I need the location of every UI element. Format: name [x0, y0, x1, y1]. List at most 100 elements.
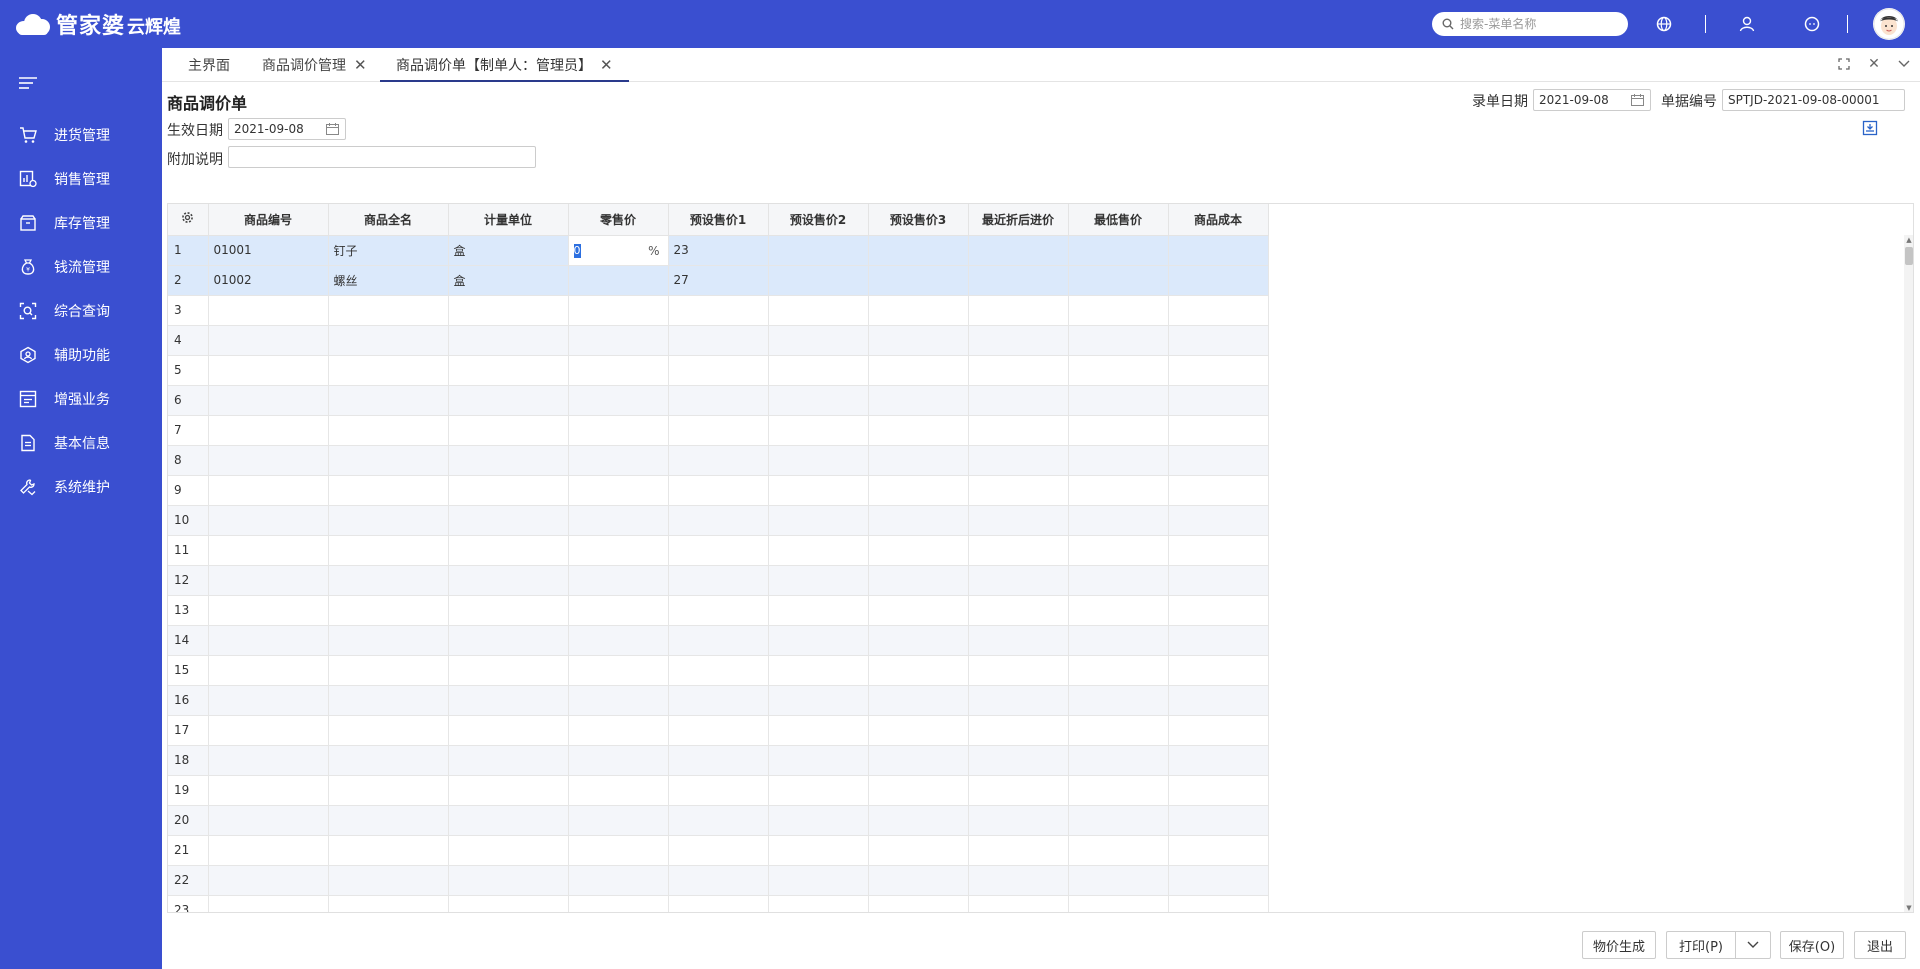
- grid-cell[interactable]: [968, 445, 1069, 476]
- grid-cell[interactable]: [968, 535, 1069, 566]
- table-row[interactable]: 7: [168, 415, 1269, 446]
- grid-cell[interactable]: [208, 535, 329, 566]
- grid-cell[interactable]: [208, 805, 329, 836]
- grid-cell[interactable]: [1068, 595, 1169, 626]
- tab-price-adjust-manage[interactable]: 商品调价管理 ✕: [262, 48, 367, 82]
- grid-cell[interactable]: [868, 445, 969, 476]
- grid-cell[interactable]: [448, 325, 569, 356]
- grid-cell[interactable]: [208, 745, 329, 776]
- save-layout-icon[interactable]: [1862, 120, 1878, 136]
- table-row[interactable]: 8: [168, 445, 1269, 476]
- grid-cell[interactable]: [1068, 535, 1169, 566]
- grid-cell[interactable]: [1168, 535, 1269, 566]
- grid-cell[interactable]: [1068, 895, 1169, 912]
- grid-cell[interactable]: [328, 835, 449, 866]
- grid-cell[interactable]: [868, 865, 969, 896]
- close-icon[interactable]: ✕: [600, 56, 613, 74]
- grid-cell[interactable]: [768, 775, 869, 806]
- grid-cell[interactable]: [1068, 805, 1169, 836]
- grid-cell[interactable]: [768, 655, 869, 686]
- grid-cell[interactable]: [868, 835, 969, 866]
- grid-cell[interactable]: [1168, 715, 1269, 746]
- grid-cell[interactable]: [328, 745, 449, 776]
- grid-cell[interactable]: [868, 265, 969, 296]
- grid-cell[interactable]: 01001: [208, 235, 329, 266]
- col-header[interactable]: 预设售价1: [668, 204, 769, 236]
- grid-cell[interactable]: [868, 595, 969, 626]
- grid-cell[interactable]: 盒: [448, 235, 569, 266]
- grid-cell[interactable]: [868, 385, 969, 416]
- grid-cell[interactable]: [668, 535, 769, 566]
- grid-cell[interactable]: [1068, 325, 1169, 356]
- grid-cell[interactable]: [968, 625, 1069, 656]
- grid-cell[interactable]: [668, 715, 769, 746]
- grid-cell[interactable]: [768, 595, 869, 626]
- grid-cell[interactable]: [568, 865, 669, 896]
- grid-cell[interactable]: [868, 235, 969, 266]
- entry-date-field[interactable]: 2021-09-08: [1533, 89, 1651, 111]
- grid-cell[interactable]: [768, 415, 869, 446]
- grid-cell[interactable]: [208, 655, 329, 686]
- grid-cell[interactable]: [448, 625, 569, 656]
- grid-cell[interactable]: [968, 775, 1069, 806]
- grid-cell[interactable]: [768, 835, 869, 866]
- sidebar-item-cashflow[interactable]: ¥ 钱流管理: [0, 247, 162, 287]
- grid-cell[interactable]: [208, 865, 329, 896]
- grid-cell[interactable]: [328, 805, 449, 836]
- grid-cell[interactable]: [968, 355, 1069, 386]
- grid-cell[interactable]: [1068, 355, 1169, 386]
- grid-cell[interactable]: [868, 805, 969, 836]
- grid-cell[interactable]: [1168, 445, 1269, 476]
- column-settings[interactable]: [168, 204, 209, 236]
- grid-cell[interactable]: [868, 535, 969, 566]
- grid-cell[interactable]: [448, 835, 569, 866]
- grid-cell[interactable]: [328, 445, 449, 476]
- grid-cell[interactable]: [328, 685, 449, 716]
- grid-cell[interactable]: [1068, 865, 1169, 896]
- grid-cell[interactable]: [968, 745, 1069, 776]
- grid-cell[interactable]: [968, 295, 1069, 326]
- sidebar-item-inventory[interactable]: 库存管理: [0, 203, 162, 243]
- grid-cell[interactable]: [668, 385, 769, 416]
- grid-cell[interactable]: [768, 685, 869, 716]
- col-header[interactable]: 商品成本: [1168, 204, 1269, 236]
- grid-cell[interactable]: [568, 625, 669, 656]
- grid-cell[interactable]: [868, 625, 969, 656]
- sidebar-item-enhanced[interactable]: 增强业务: [0, 379, 162, 419]
- grid-cell[interactable]: [768, 355, 869, 386]
- grid-cell[interactable]: [568, 565, 669, 596]
- col-header[interactable]: 预设售价3: [868, 204, 969, 236]
- table-row[interactable]: 6: [168, 385, 1269, 416]
- grid-cell[interactable]: [1168, 895, 1269, 912]
- grid-cell[interactable]: [968, 505, 1069, 536]
- grid-cell[interactable]: [208, 505, 329, 536]
- table-row[interactable]: 21: [168, 835, 1269, 866]
- grid-cell[interactable]: [448, 805, 569, 836]
- grid-cell[interactable]: [448, 535, 569, 566]
- grid-cell[interactable]: [1168, 805, 1269, 836]
- user-icon[interactable]: [1737, 14, 1757, 34]
- grid-cell[interactable]: [568, 535, 669, 566]
- grid-cell[interactable]: [968, 595, 1069, 626]
- sidebar-item-query[interactable]: 综合查询: [0, 291, 162, 331]
- grid-cell[interactable]: [328, 865, 449, 896]
- grid-cell[interactable]: [568, 385, 669, 416]
- grid-cell[interactable]: [448, 895, 569, 912]
- retail-price-editor[interactable]: 0%: [568, 235, 669, 266]
- grid-cell[interactable]: [208, 385, 329, 416]
- grid-cell[interactable]: [968, 565, 1069, 596]
- grid-cell[interactable]: [568, 445, 669, 476]
- table-row[interactable]: 13: [168, 595, 1269, 626]
- grid-cell[interactable]: [448, 295, 569, 326]
- grid-cell[interactable]: [968, 685, 1069, 716]
- table-row[interactable]: 11: [168, 535, 1269, 566]
- grid-cell[interactable]: [668, 595, 769, 626]
- grid-cell[interactable]: [1068, 475, 1169, 506]
- grid-cell[interactable]: [968, 415, 1069, 446]
- grid-cell[interactable]: [568, 775, 669, 806]
- grid-cell[interactable]: [868, 475, 969, 506]
- grid-cell[interactable]: [208, 685, 329, 716]
- grid-cell[interactable]: [768, 265, 869, 296]
- grid-cell[interactable]: [768, 475, 869, 506]
- grid-cell[interactable]: [1068, 415, 1169, 446]
